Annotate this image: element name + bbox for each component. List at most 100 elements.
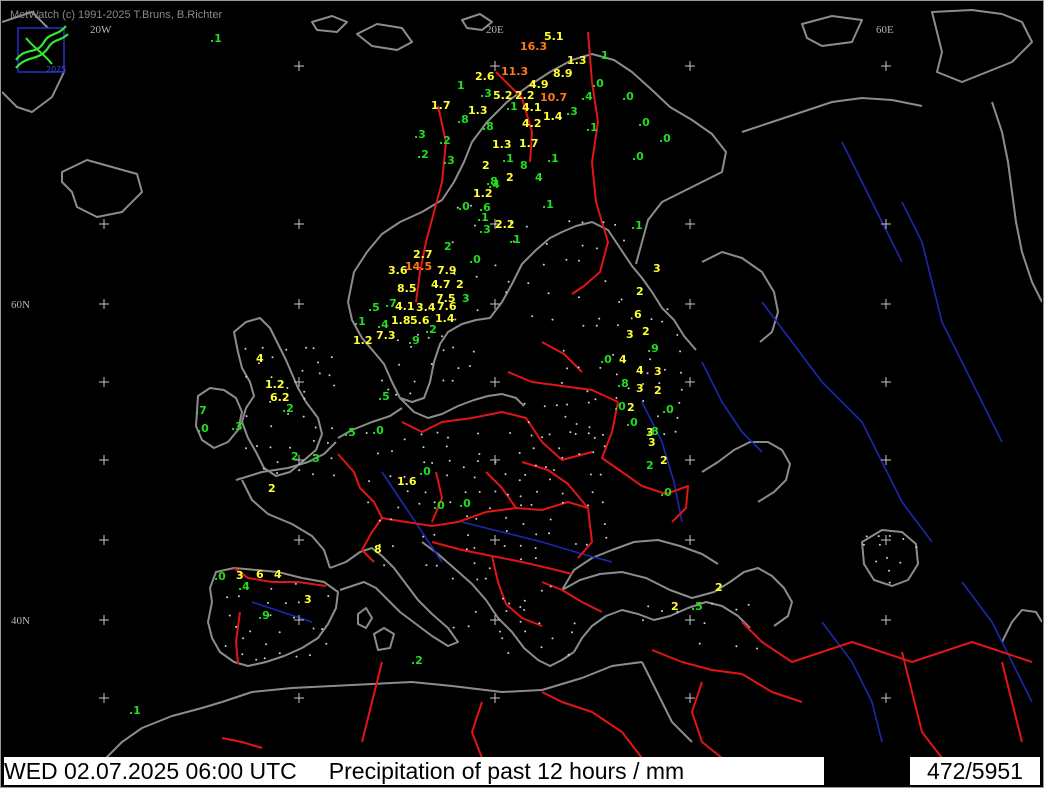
station-dot — [451, 577, 454, 580]
station-dot — [615, 397, 618, 399]
station-dot — [503, 545, 506, 547]
station-dot — [488, 567, 491, 570]
station-dot — [735, 608, 738, 611]
station-dot — [566, 367, 569, 370]
lon-label-20w: 20W — [90, 24, 112, 36]
station-dot — [680, 388, 683, 391]
precip-value: 2 — [660, 454, 668, 467]
precipitation-values: .1 5.116.311.32.6 11.3 8.9.04.91.3 5.2 2.2 10.… — [129, 30, 723, 717]
station-dot — [476, 309, 479, 312]
station-dot — [603, 445, 606, 448]
precip-value: .7 — [195, 404, 207, 417]
station-dot — [888, 581, 891, 584]
station-dot — [333, 384, 336, 387]
station-dot — [618, 301, 621, 303]
station-dot — [476, 460, 479, 463]
station-dot — [548, 433, 551, 436]
station-count: 472/5951 — [910, 757, 1040, 785]
precip-value: 2 — [642, 325, 650, 338]
precip-value: .2 — [417, 148, 429, 161]
station-dot — [650, 318, 653, 321]
station-dot — [915, 546, 918, 549]
station-dot — [365, 432, 368, 434]
station-dot — [542, 263, 545, 266]
station-dot — [446, 474, 449, 477]
precip-value: 8 — [374, 543, 382, 556]
station-dot — [295, 655, 298, 658]
station-dot — [505, 530, 508, 532]
station-dot — [519, 620, 522, 623]
station-dot — [747, 603, 750, 606]
station-dot — [312, 347, 315, 350]
precip-value: 1 — [601, 49, 609, 62]
station-dot — [470, 204, 472, 207]
station-dot — [262, 467, 265, 470]
station-dot — [888, 569, 891, 572]
precip-value: 1.7 — [519, 137, 539, 150]
station-dot — [409, 392, 412, 395]
station-dot — [448, 459, 451, 462]
precip-value: .0 — [659, 132, 671, 145]
precip-value: 3 — [304, 593, 312, 606]
station-dot — [524, 630, 527, 633]
station-dot — [286, 386, 289, 389]
precip-value: .1 — [509, 233, 521, 246]
precip-value: 2 — [268, 482, 276, 495]
station-dot — [605, 536, 608, 539]
station-dot — [378, 519, 381, 522]
rivers — [251, 141, 1033, 743]
station-dot — [549, 478, 551, 481]
station-dot — [565, 258, 568, 261]
product-label: Precipitation of past 12 hours / mm — [328, 758, 685, 784]
station-dot — [549, 518, 552, 521]
precip-value: 1.4 — [435, 312, 455, 325]
precip-value: 14.5 — [405, 260, 432, 273]
precip-value: .1 — [502, 152, 514, 165]
station-dot — [538, 622, 541, 625]
station-dot — [574, 543, 577, 545]
precip-value: 3 — [654, 365, 662, 378]
precip-value: 2.2 — [495, 218, 515, 231]
station-dot — [293, 616, 295, 619]
station-dot — [289, 446, 292, 449]
station-dot — [278, 631, 281, 634]
station-dot — [536, 490, 538, 493]
station-dot — [674, 430, 677, 433]
precip-value: .0 — [459, 497, 471, 510]
station-dot — [312, 627, 315, 630]
station-dot — [578, 453, 581, 456]
station-dot — [441, 335, 443, 338]
station-dot — [548, 532, 551, 535]
station-dot — [877, 535, 880, 538]
station-dot — [312, 473, 314, 476]
precip-value: .0 — [592, 77, 604, 90]
station-dot — [267, 601, 269, 604]
station-dot — [396, 339, 399, 342]
station-dot — [269, 446, 272, 449]
station-dot — [467, 534, 470, 537]
precip-value: 4 — [619, 353, 627, 366]
precip-value: .0 — [214, 570, 226, 583]
station-dot — [541, 436, 544, 439]
station-dot — [735, 645, 738, 648]
precip-value: .1 — [354, 315, 366, 328]
station-dot — [249, 630, 252, 633]
station-dot — [406, 490, 409, 493]
station-dot — [276, 461, 279, 464]
precip-value: .8 — [617, 377, 629, 390]
precip-value: 7.9 — [437, 264, 457, 277]
station-dot — [508, 602, 511, 605]
station-dot — [467, 625, 470, 628]
precip-value: .1 — [631, 219, 643, 232]
station-dot — [473, 546, 476, 549]
station-dot — [577, 366, 580, 369]
station-dot — [328, 374, 331, 377]
precip-value: 3 — [653, 262, 661, 275]
precip-value: .5 — [368, 301, 380, 314]
station-dot — [520, 504, 522, 507]
station-dot — [642, 400, 645, 402]
station-dot — [423, 461, 426, 464]
station-dot — [303, 397, 306, 400]
station-dot — [647, 605, 650, 608]
station-dot — [265, 643, 268, 646]
